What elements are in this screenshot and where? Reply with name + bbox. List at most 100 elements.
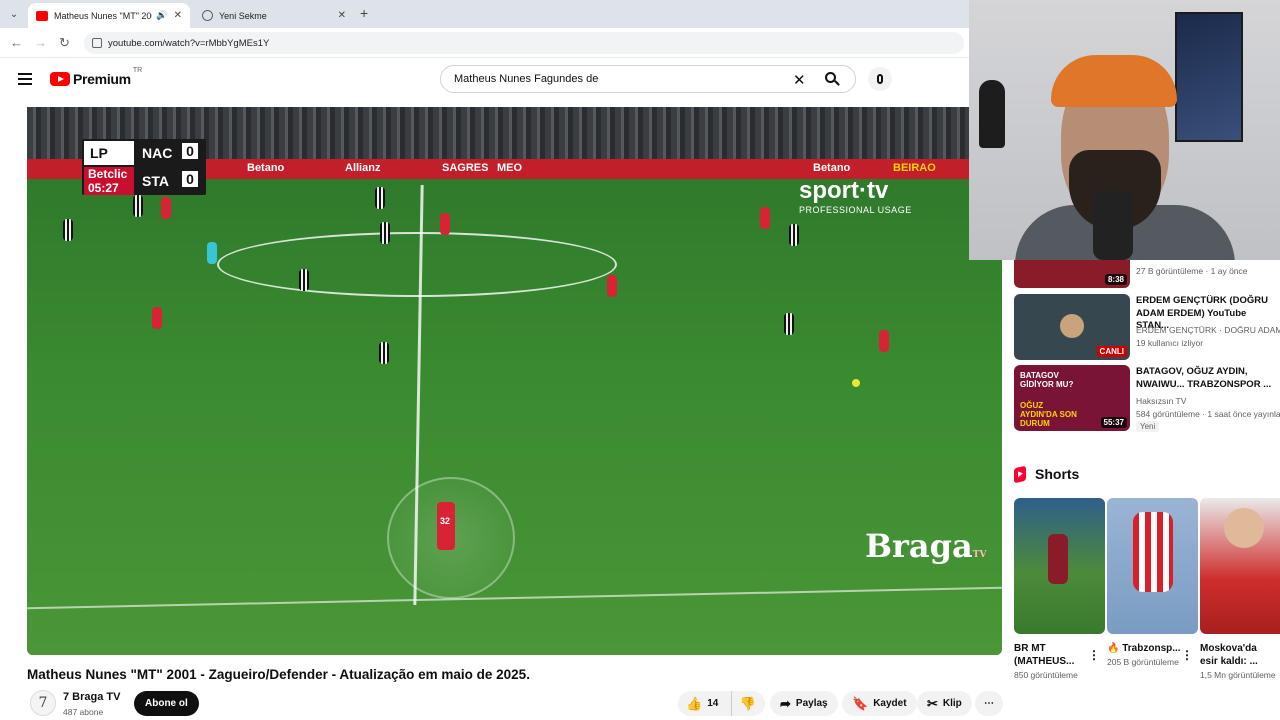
video-title: Matheus Nunes "MT" 2001 - Zagueiro/Defen… xyxy=(27,667,530,682)
more-options-icon[interactable]: ⋮ xyxy=(1181,648,1193,662)
save-button[interactable]: 🔖 Kaydet xyxy=(842,691,917,716)
team-1: NAC xyxy=(142,145,173,161)
board-text: Betano xyxy=(247,162,285,174)
subscribe-button[interactable]: Abone ol xyxy=(134,691,199,716)
shorts-title: Shorts xyxy=(1035,466,1080,482)
menu-icon[interactable] xyxy=(18,73,32,85)
screen: ⌄ Matheus Nunes "MT" 2001 🔊 ✕ Yeni Sekme… xyxy=(0,0,1280,720)
channel-watermark: BragaTV xyxy=(865,527,986,565)
more-options-icon[interactable]: ⋮ xyxy=(1088,648,1100,662)
short-item[interactable]: 🔥 Trabzonsp... ⋮ 205 B görüntüleme xyxy=(1107,498,1198,669)
dislike-button[interactable]: 👎 xyxy=(732,691,764,716)
video-title[interactable]: BATAGOV, OĞUZ AYDIN, NWAIWU... TRABZONSP… xyxy=(1136,366,1280,391)
clip-button[interactable]: ✂ Klip xyxy=(917,691,972,716)
video-thumbnail[interactable]: BATAGOV GİDİYOR MU? OĞUZ AYDIN'DA SON DU… xyxy=(1014,365,1130,431)
microphone-icon xyxy=(877,74,883,84)
channel-name[interactable]: ERDEM GENÇTÜRK · DOĞRU ADAM ERDEM xyxy=(1136,325,1280,335)
save-label: Kaydet xyxy=(873,698,907,709)
recommendation-item[interactable]: BATAGOV GİDİYOR MU? OĞUZ AYDIN'DA SON DU… xyxy=(1014,365,1280,432)
share-button[interactable]: ➦ Paylaş xyxy=(770,691,838,716)
forward-icon[interactable]: → xyxy=(34,35,47,50)
short-title[interactable]: 🔥 Trabzonsp... xyxy=(1107,642,1183,655)
score-1: 0 xyxy=(182,143,198,159)
broadcaster-logo: sport·tv PROFESSIONAL USAGE xyxy=(799,177,912,215)
shorts-icon xyxy=(1014,465,1026,483)
sponsor-clock: Betclic 05:27 xyxy=(84,167,134,195)
jersey-number: 32 xyxy=(440,516,451,526)
youtube-logo[interactable]: Premium TR xyxy=(50,67,142,87)
short-figure xyxy=(1224,508,1264,548)
close-tab-icon[interactable]: ✕ xyxy=(338,10,346,21)
horse-figurine xyxy=(979,80,1005,148)
thumbs-down-icon: 👎 xyxy=(739,695,757,711)
video-player[interactable]: Betano Allianz SAGRES MEO Betano BEIRAO … xyxy=(27,107,1002,655)
reload-icon[interactable]: ↻ xyxy=(59,35,70,51)
voice-search-button[interactable] xyxy=(868,67,892,91)
scoreboard: LP NAC 0 Betclic 05:27 STA 0 xyxy=(82,139,206,195)
new-tab-button[interactable]: + xyxy=(360,5,368,21)
country-code: TR xyxy=(132,66,143,74)
short-thumbnail[interactable] xyxy=(1200,498,1280,634)
broadcaster-name: sport·tv xyxy=(799,177,889,204)
webcam-overlay xyxy=(969,0,1280,260)
short-title[interactable]: Moskova'da esir kaldı: ... xyxy=(1200,642,1276,668)
board-text: BEIRAO xyxy=(893,162,936,174)
share-icon: ➦ xyxy=(780,695,791,711)
tab-new-tab[interactable]: Yeni Sekme ✕ xyxy=(194,3,354,28)
short-figure xyxy=(1133,512,1173,592)
duration-badge: 8:38 xyxy=(1104,274,1127,285)
tab-youtube[interactable]: Matheus Nunes "MT" 2001 🔊 ✕ xyxy=(28,3,190,28)
tab-search-icon[interactable]: ⌄ xyxy=(6,6,22,22)
video-meta: 27 B görüntüleme · 1 ay önce xyxy=(1136,266,1248,276)
wall-poster xyxy=(1175,12,1243,142)
channel-name[interactable]: Haksızsın TV xyxy=(1136,396,1186,406)
short-views: 850 görüntüleme xyxy=(1014,670,1078,680)
referee xyxy=(207,242,217,264)
youtube-play-icon xyxy=(50,72,70,86)
tab-title: Yeni Sekme xyxy=(219,10,267,21)
short-title[interactable]: BR MT (MATHEUS... xyxy=(1014,642,1090,668)
center-circle xyxy=(217,232,617,297)
search-input[interactable] xyxy=(441,73,771,85)
url-text: youtube.com/watch?v=rMbbYgMEs1Y xyxy=(108,37,270,49)
recommendations-sidebar: 8:38 27 B görüntüleme · 1 ay önce CANLI … xyxy=(1014,222,1280,720)
shorts-header: Shorts xyxy=(1014,465,1080,483)
score-2: 0 xyxy=(182,171,198,187)
footballer xyxy=(379,342,389,364)
sponsor: Betclic xyxy=(88,167,128,181)
speaker-icon[interactable]: 🔊 xyxy=(156,10,167,21)
streamer-bandana xyxy=(1051,55,1177,107)
short-item[interactable]: Moskova'da esir kaldı: ... ⋮ 1,5 Mn görü… xyxy=(1200,498,1280,682)
clear-search-icon[interactable]: ✕ xyxy=(793,71,806,89)
bookmark-icon: 🔖 xyxy=(852,695,869,711)
channel-name[interactable]: 7 Braga TV xyxy=(63,691,120,703)
duration-badge: 55:37 xyxy=(1100,417,1127,428)
video-thumbnail[interactable]: CANLI xyxy=(1014,294,1130,360)
video-meta: 584 görüntüleme · 1 saat önce yayınlandı xyxy=(1136,409,1280,419)
tab-title: Matheus Nunes "MT" 2001 xyxy=(54,10,153,21)
thumb-subheadline: OĞUZ AYDIN'DA SON DURUM xyxy=(1020,401,1077,428)
like-button[interactable]: 👍 14 xyxy=(678,691,732,716)
short-views: 1,5 Mn görüntüleme xyxy=(1200,670,1276,680)
more-actions-button[interactable]: ⋯ xyxy=(975,691,1003,716)
streamer-avatar xyxy=(1060,314,1084,338)
match-clock: 05:27 xyxy=(88,181,119,195)
short-thumbnail[interactable] xyxy=(1014,498,1105,634)
footballer xyxy=(760,207,770,229)
search-box: ✕ xyxy=(440,65,856,93)
close-tab-icon[interactable]: ✕ xyxy=(174,10,182,21)
footballer xyxy=(440,213,450,235)
channel-avatar[interactable]: 7 xyxy=(30,690,56,716)
short-thumbnail[interactable] xyxy=(1107,498,1198,634)
recommendation-item[interactable]: CANLI ERDEM GENÇTÜRK (DOĞRU ADAM ERDEM) … xyxy=(1014,294,1280,360)
footballer xyxy=(152,307,162,329)
search-icon[interactable] xyxy=(824,71,840,87)
footballer xyxy=(133,195,143,217)
site-info-icon[interactable] xyxy=(92,38,102,48)
footballer xyxy=(63,219,73,241)
back-icon[interactable]: ← xyxy=(10,35,23,50)
short-item[interactable]: BR MT (MATHEUS... ⋮ 850 görüntüleme xyxy=(1014,498,1105,682)
clip-label: Klip xyxy=(942,698,962,709)
address-bar[interactable]: youtube.com/watch?v=rMbbYgMEs1Y xyxy=(84,32,964,54)
broadcaster-sub: PROFESSIONAL USAGE xyxy=(799,205,912,215)
